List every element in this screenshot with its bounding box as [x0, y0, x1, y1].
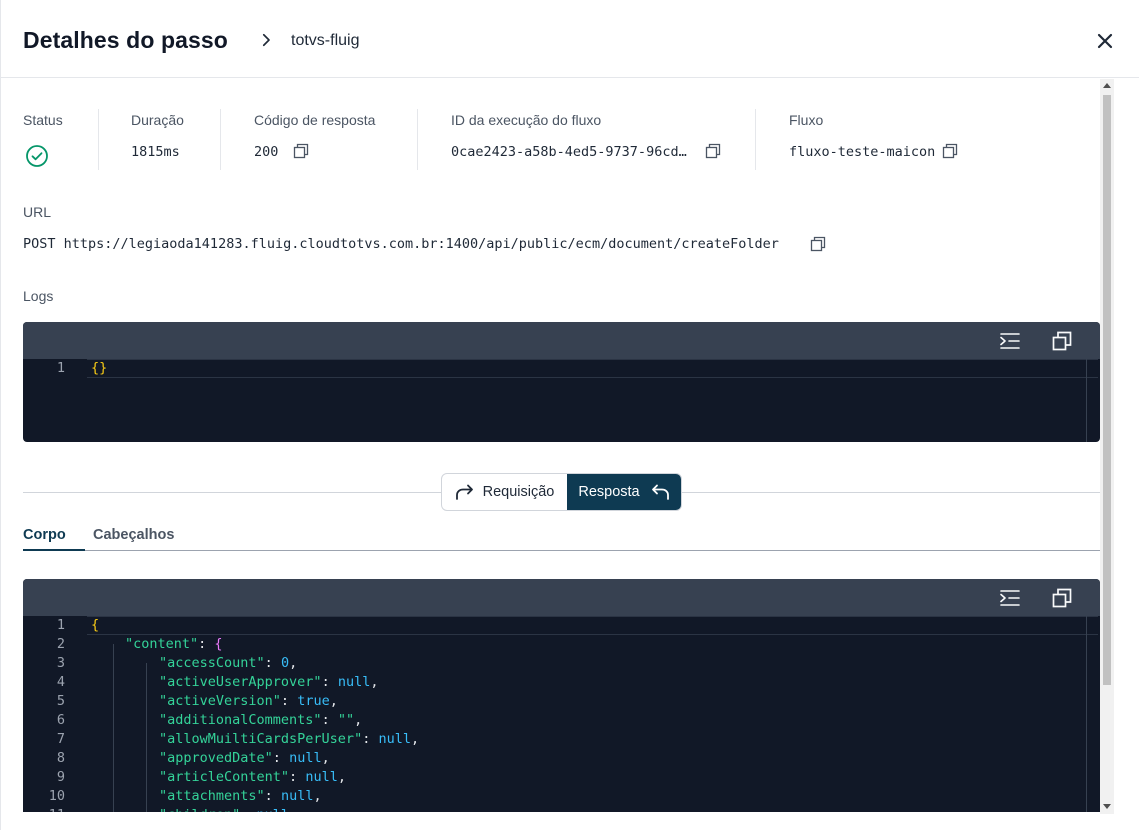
- code-scroll-edge: [1086, 359, 1087, 442]
- chevron-right-icon: [262, 33, 270, 47]
- code-line: "allowMuiltiCardsPerUser": null,: [159, 731, 420, 747]
- active-line-highlight: [87, 359, 1098, 378]
- response-code-viewer[interactable]: 1 {2 "content": { 3 "accessCount": 0, 4 "activ…: [23, 579, 1100, 812]
- panel-scrollbar[interactable]: [1100, 79, 1114, 814]
- forward-arrow-icon: [455, 484, 473, 500]
- code-line: "content": {: [125, 636, 223, 652]
- request-button[interactable]: Requisição: [442, 474, 567, 510]
- code-line: "articleContent": null,: [159, 769, 346, 785]
- line-number: 8: [56, 750, 65, 766]
- code-line: "activeUserApprover": null,: [159, 674, 379, 690]
- scroll-down-arrow[interactable]: [1103, 804, 1111, 809]
- copy-icon[interactable]: [1051, 330, 1073, 352]
- tab-active-indicator: [23, 549, 85, 551]
- duration-value: 1815ms: [131, 144, 180, 160]
- panel-content: Status Duração 1815ms Código de resposta…: [1, 79, 1100, 830]
- flow-value: fluxo-teste-maicon: [789, 144, 936, 160]
- close-icon[interactable]: [1093, 29, 1117, 53]
- reply-arrow-icon: [651, 484, 669, 500]
- code-line: {: [91, 617, 100, 633]
- logs-code-body: 1 {}: [23, 359, 1100, 442]
- line-number: 1: [56, 360, 65, 376]
- active-line-highlight: [87, 616, 1098, 635]
- url-value: POST https://legiaoda141283.fluig.cloudt…: [23, 236, 779, 252]
- code-line: "children": null,: [159, 807, 297, 812]
- line-number: 7: [56, 731, 65, 747]
- line-number: 5: [56, 693, 65, 709]
- line-number: 2: [56, 636, 65, 652]
- scroll-thumb[interactable]: [1103, 95, 1111, 685]
- body-tabs: Corpo Cabeçalhos: [23, 527, 1100, 551]
- response-button[interactable]: Resposta: [567, 474, 681, 510]
- copy-icon[interactable]: [810, 236, 826, 252]
- tab-body[interactable]: Corpo: [23, 527, 66, 543]
- copy-icon[interactable]: [942, 143, 958, 159]
- response-code-body: 1 {2 "content": { 3 "accessCount": 0, 4 "activ…: [23, 616, 1100, 812]
- meta-divider: [417, 109, 418, 170]
- format-indent-icon[interactable]: [999, 587, 1021, 609]
- url-label: URL: [23, 204, 52, 220]
- copy-icon[interactable]: [293, 143, 309, 159]
- request-button-label: Requisição: [482, 484, 555, 500]
- meta-divider: [755, 109, 756, 170]
- flow-label: Fluxo: [789, 112, 824, 128]
- logs-toolbar: [23, 322, 1100, 359]
- line-number: 1: [56, 617, 65, 633]
- format-indent-icon[interactable]: [999, 330, 1021, 352]
- line-number: 11: [23, 807, 65, 812]
- request-response-toggle: Requisição Resposta: [441, 473, 682, 511]
- code-line: "approvedDate": null,: [159, 750, 330, 766]
- code-line: "accessCount": 0,: [159, 655, 298, 671]
- line-number: 6: [56, 712, 65, 728]
- logs-label: Logs: [23, 288, 54, 304]
- copy-icon[interactable]: [705, 143, 721, 159]
- status-label: Status: [23, 112, 63, 128]
- response-code-label: Código de resposta: [254, 112, 376, 128]
- indent-guide: [146, 663, 147, 812]
- tab-headers[interactable]: Cabeçalhos: [93, 527, 174, 543]
- step-details-panel: Detalhes do passo totvs-fluig Status Dur…: [0, 0, 1139, 830]
- response-toolbar: [23, 579, 1100, 616]
- code-line: {}: [91, 360, 108, 376]
- code-line: "activeVersion": true,: [159, 693, 338, 709]
- meta-divider: [220, 109, 221, 170]
- indent-guide: [113, 644, 114, 812]
- response-button-label: Resposta: [578, 484, 640, 500]
- page-title: Detalhes do passo: [23, 27, 228, 53]
- code-scroll-edge: [1086, 616, 1087, 812]
- line-number: 9: [56, 769, 65, 785]
- line-number: 3: [56, 655, 65, 671]
- scroll-up-arrow[interactable]: [1103, 83, 1111, 88]
- check-circle-icon: [26, 145, 48, 167]
- panel-header: Detalhes do passo totvs-fluig: [1, 0, 1139, 78]
- copy-icon[interactable]: [1051, 587, 1073, 609]
- breadcrumb: totvs-fluig: [291, 32, 360, 49]
- meta-divider: [98, 109, 99, 170]
- code-line: "additionalComments": "",: [159, 712, 363, 728]
- execution-id-value: 0cae2423-a58b-4ed5-9737-96cd…: [451, 144, 687, 160]
- execution-id-label: ID da execução do fluxo: [451, 112, 602, 128]
- line-number: 10: [48, 788, 65, 804]
- logs-code-viewer[interactable]: 1 {}: [23, 322, 1100, 442]
- duration-label: Duração: [131, 112, 184, 128]
- response-code-value: 200: [254, 144, 279, 160]
- line-number: 4: [56, 674, 65, 690]
- code-line: "attachments": null,: [159, 788, 322, 804]
